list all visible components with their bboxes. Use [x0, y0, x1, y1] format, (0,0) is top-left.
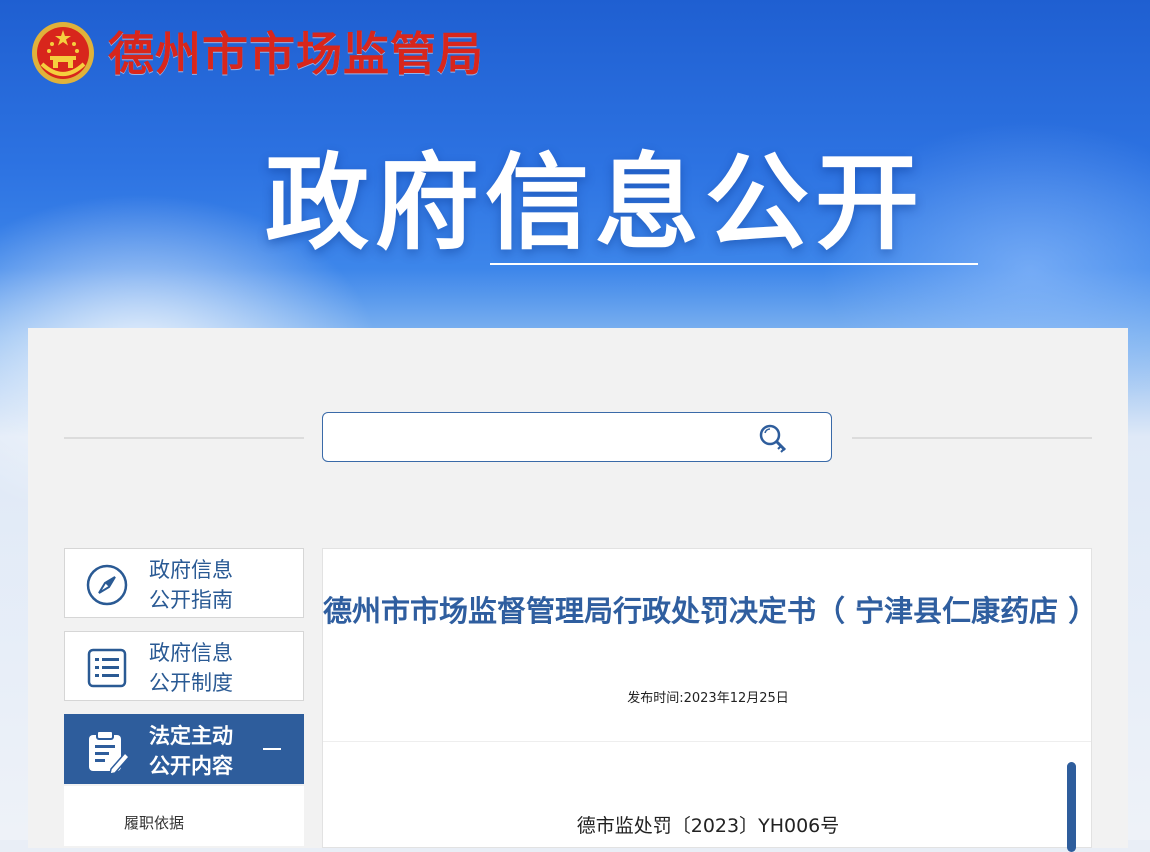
clipboard-edit-icon [89, 730, 129, 773]
nav-sub-panel: 履职依据 [64, 786, 304, 846]
compass-icon [86, 564, 128, 606]
article-title: 德州市市场监督管理局行政处罚决定书（ 宁津县仁康药店 ） [323, 594, 1098, 628]
site-name[interactable]: 德州市市场监管局 [108, 22, 484, 86]
nav-item-label: 政府信息 公开指南 [149, 558, 233, 612]
search-box [322, 412, 832, 462]
document-list-icon [87, 648, 127, 688]
publish-time: 发布时间:2023年12月25日 [627, 691, 789, 706]
nav-item-label: 政府信息 公开制度 [149, 641, 233, 695]
search-icon[interactable] [755, 421, 791, 457]
document-number: 德市监处罚〔2023〕YH006号 [576, 815, 840, 837]
search-divider-right [852, 437, 1092, 439]
search-divider-left [64, 437, 304, 439]
nav-item-disclosure-system[interactable]: 政府信息 公开制度 [64, 631, 304, 701]
national-emblem-icon [32, 22, 94, 84]
collapse-minus-icon[interactable] [263, 748, 281, 750]
nav-item-label: 法定主动 公开内容 [149, 724, 233, 778]
search-input[interactable] [335, 421, 749, 455]
article-divider [323, 741, 1091, 742]
sub-item-duty-basis[interactable]: 履职依据 [124, 812, 184, 833]
hero-underline [490, 263, 978, 265]
scrollbar-thumb[interactable] [1067, 762, 1076, 852]
article-panel: 德州市市场监督管理局行政处罚决定书（ 宁津县仁康药店 ） 发布时间:2023年1… [322, 548, 1098, 848]
nav-item-statutory-content[interactable]: 法定主动 公开内容 [64, 714, 304, 784]
hero-title: 政府信息公开 [265, 142, 926, 264]
nav-item-disclosure-guide[interactable]: 政府信息 公开指南 [64, 548, 304, 618]
